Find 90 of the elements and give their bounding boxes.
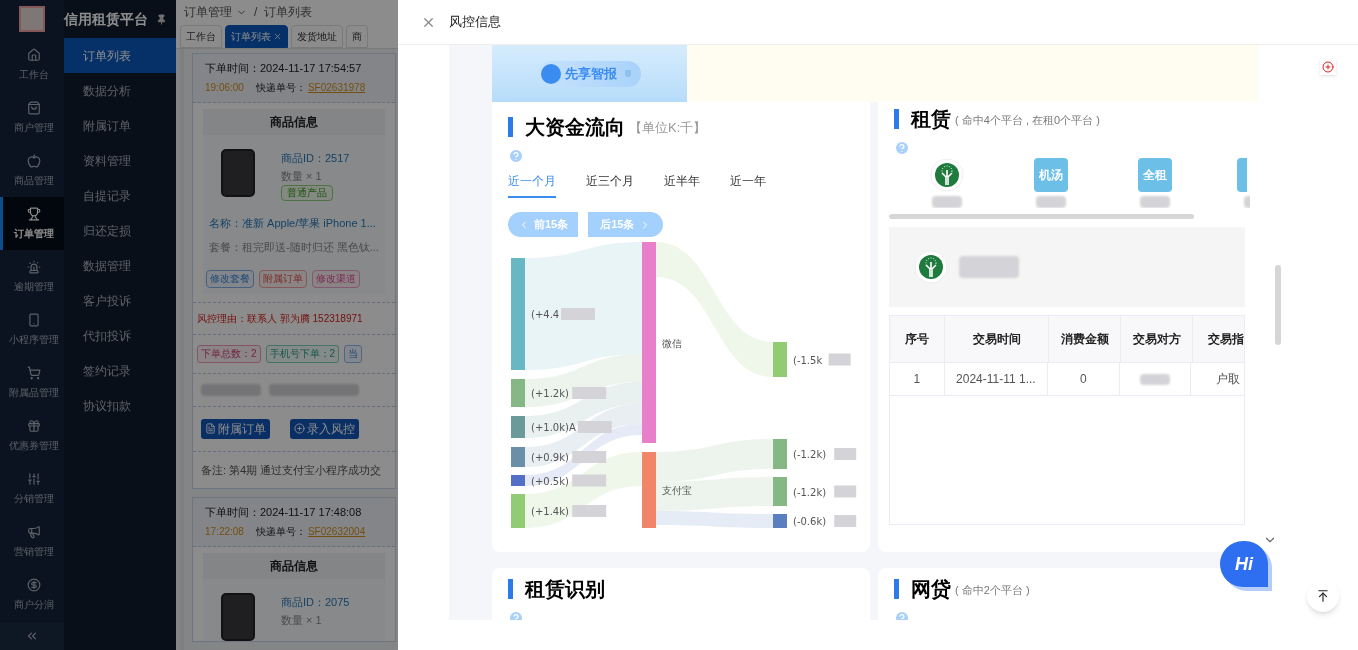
submenu-item[interactable]: 自提记录: [64, 178, 176, 213]
column-header: 消费金额: [1049, 316, 1121, 362]
period-tab[interactable]: 近半年: [664, 172, 700, 198]
submenu-item[interactable]: 数据管理: [64, 248, 176, 283]
breadcrumb-separator: /: [254, 4, 258, 22]
product-header: 商品信息: [203, 553, 385, 579]
section-summary: ( 命中4个平台 , 在租0个平台 ): [955, 112, 1100, 128]
primary-button[interactable]: 附属订单: [201, 418, 270, 439]
table-cell: 2024-11-11 1...: [944, 363, 1049, 395]
nav-item[interactable]: 工作台: [0, 38, 64, 91]
app-title: 信用租赁平台: [64, 9, 148, 29]
nav-item[interactable]: 小程序管理: [0, 303, 64, 356]
nav-item[interactable]: 订单管理: [0, 197, 64, 250]
node-label: (-1.2k): [793, 486, 827, 498]
submenu-item[interactable]: 代扣投诉: [64, 318, 176, 353]
period-tab[interactable]: 近一个月: [508, 172, 556, 198]
order-time: 19:06:00: [205, 80, 244, 95]
nav-item[interactable]: 商户管理: [0, 91, 64, 144]
action-button[interactable]: 修改渠道: [312, 269, 360, 288]
platform-tile: 机汤: [1034, 158, 1068, 192]
drawer-title: 风控信息: [449, 13, 501, 32]
submenu-item[interactable]: 数据分析: [64, 73, 176, 108]
action-button[interactable]: 修改套餐: [206, 269, 254, 288]
product-id: 商品ID：2075: [281, 595, 350, 610]
page-tab[interactable]: 发货地址: [291, 24, 343, 48]
node-label: 微信: [662, 337, 682, 349]
order-time: 下单时间：2024-11-17 17:54:57: [205, 60, 363, 76]
section-title: 大资金流向: [525, 115, 625, 140]
product-header: 商品信息: [203, 108, 385, 135]
nav-item[interactable]: 分销管理: [0, 462, 64, 515]
page-tab[interactable]: 订单列表: [225, 24, 288, 48]
breadcrumb-current: 订单列表: [264, 4, 313, 22]
page-tab[interactable]: 商: [346, 24, 368, 48]
node-label: (+1.2k): [531, 388, 569, 399]
product-id: 商品ID：2517: [281, 150, 350, 166]
order-note: 备注: 第4期 通过支付宝小程序成功交: [193, 450, 395, 488]
nav-item[interactable]: 商户分润: [0, 568, 64, 621]
node-label: (+4.4: [531, 309, 560, 320]
express-label: 快递单号：: [255, 525, 306, 539]
table-cell: 1: [890, 363, 945, 395]
submenu-item[interactable]: 附属订单: [64, 108, 176, 143]
submenu-item[interactable]: 客户投诉: [64, 283, 176, 318]
order-time: 17:22:08: [205, 525, 244, 539]
section-title: 租赁识别: [525, 577, 605, 602]
risk-reason: 风控理由：联系人 郭为腾 152318971: [193, 301, 395, 334]
table-cell-text: 户取: [1215, 371, 1241, 388]
action-button[interactable]: 附属订单: [259, 269, 307, 288]
page-tab[interactable]: 工作台: [180, 24, 222, 48]
node-label: (+0.9k): [531, 452, 569, 463]
node-label: (-0.6k): [793, 516, 827, 527]
nav-item[interactable]: 优惠券管理: [0, 409, 64, 462]
breadcrumb-link[interactable]: 订单管理: [184, 3, 232, 22]
column-header: 交易时间: [945, 316, 1049, 362]
stat-tag: 当: [344, 344, 363, 363]
section-title: 网贷: [911, 577, 951, 602]
product-name: 名称：准新 Apple/苹果 iPhone 1...: [208, 215, 377, 231]
platform-tile: 全租: [1138, 158, 1172, 192]
stat-tag: 手机号下单：2: [265, 344, 340, 363]
section-summary: 【单位K:千】: [629, 118, 707, 137]
nav-item[interactable]: 逾期管理: [0, 250, 64, 303]
brand-name: 先享智报: [564, 64, 617, 83]
node-label: (+0.5k): [531, 475, 569, 487]
node-label: 支付宝: [662, 485, 692, 496]
order-time: 下单时间：2024-11-17 17:48:08: [205, 505, 363, 520]
primary-button[interactable]: 录入风控: [290, 418, 359, 439]
node-label: (+1.4k): [531, 506, 569, 517]
submenu-item[interactable]: 签约记录: [64, 353, 176, 388]
submenu-item[interactable]: 订单列表: [64, 38, 176, 73]
submenu-item[interactable]: 归还定损: [64, 213, 176, 248]
table-cell: 0: [1048, 363, 1120, 395]
nav-item[interactable]: 营销管理: [0, 515, 64, 568]
node-label: (-1.5k: [793, 354, 823, 366]
column-header: 交易指: [1193, 316, 1244, 362]
express-link[interactable]: SF02632004: [307, 522, 366, 542]
submenu-item[interactable]: 资料管理: [64, 143, 176, 178]
period-tab[interactable]: 近三个月: [586, 172, 634, 198]
express-label: 快递单号：: [255, 80, 306, 95]
section-title: 租赁: [911, 107, 951, 132]
stat-tag: 下单总数：2: [197, 344, 261, 363]
period-tab[interactable]: 近一年: [730, 172, 766, 198]
node-label: (-1.2k): [793, 449, 827, 460]
product-tag: 普通产品: [281, 184, 333, 201]
submenu-item[interactable]: 协议扣款: [64, 388, 176, 423]
column-header: 序号: [890, 316, 945, 362]
node-label: (+1.0k)A: [531, 422, 576, 433]
nav-item[interactable]: 附属品管理: [0, 356, 64, 409]
section-summary: ( 命中2个平台 ): [955, 582, 1030, 598]
express-link[interactable]: SF02631978: [307, 77, 366, 98]
column-header: 交易对方: [1121, 316, 1193, 362]
nav-item[interactable]: 商品管理: [0, 144, 64, 197]
